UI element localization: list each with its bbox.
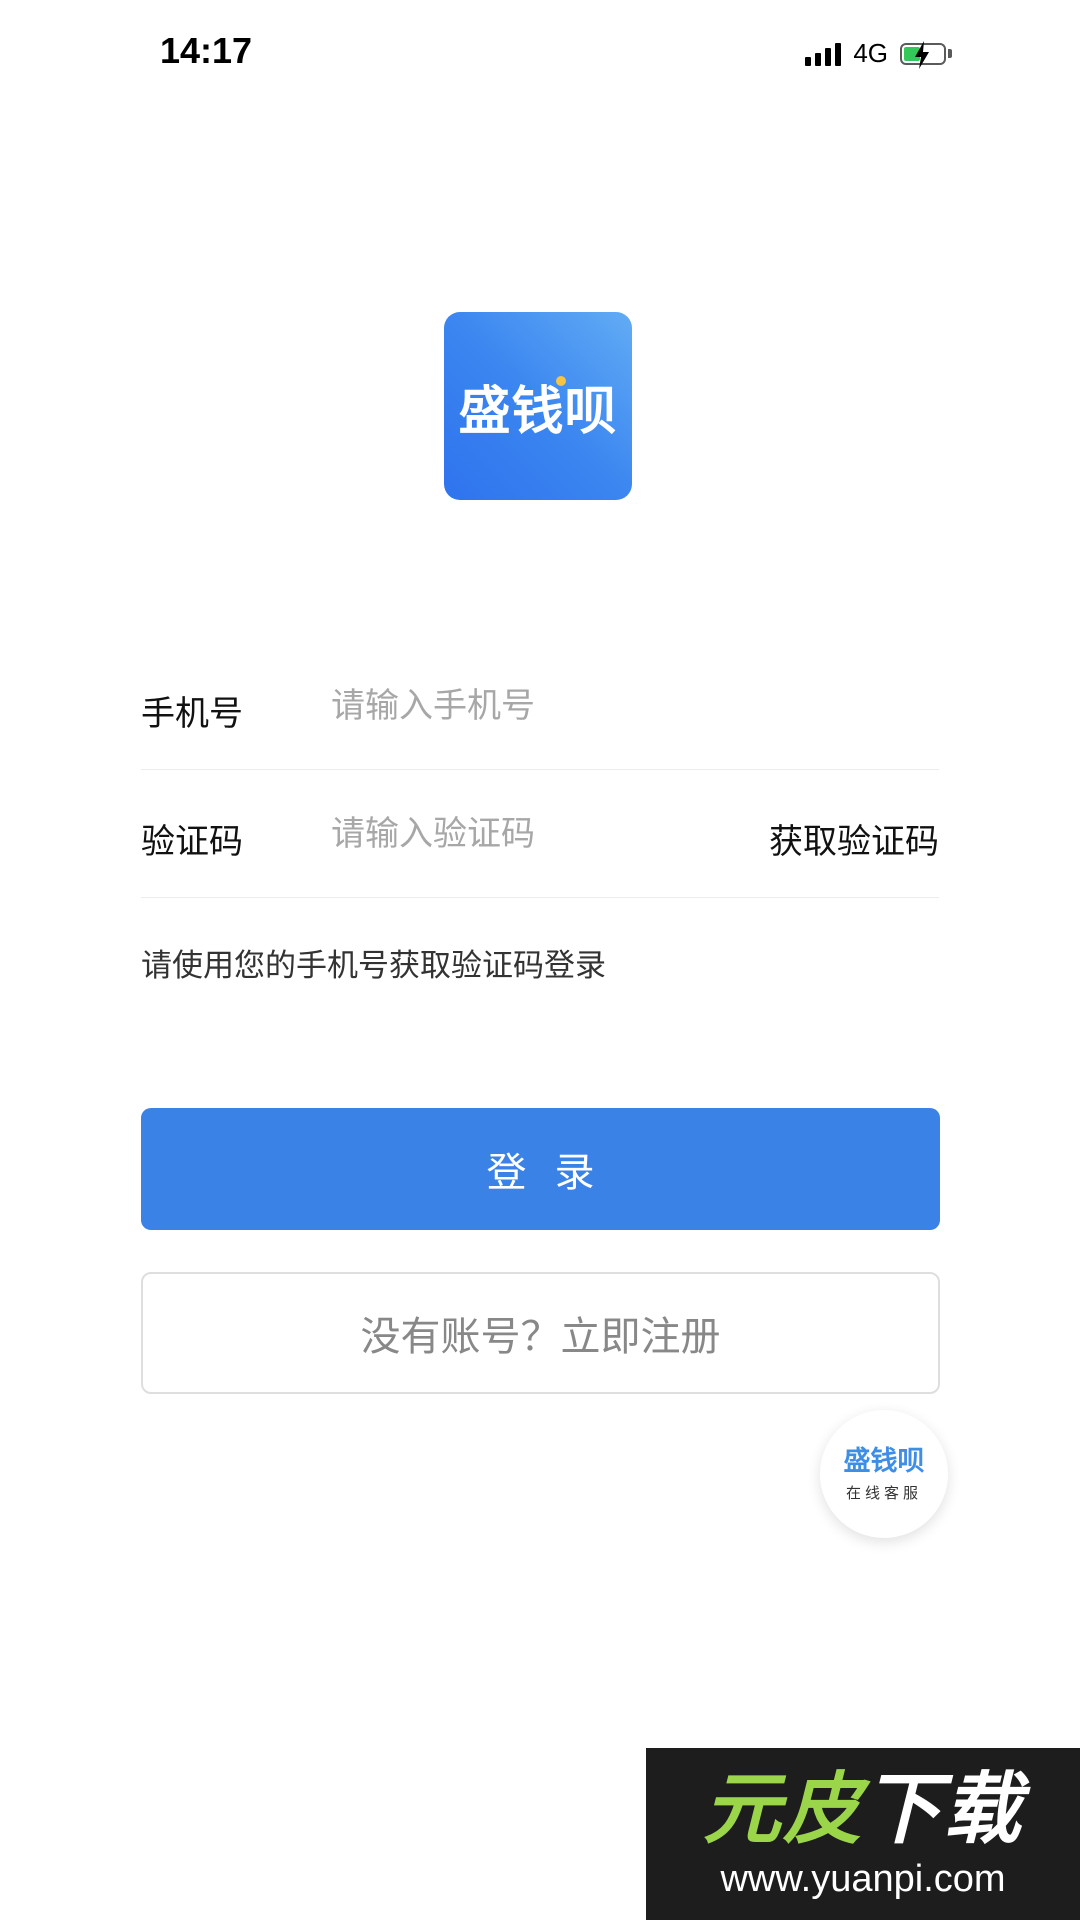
watermark-url: www.yuanpi.com (720, 1857, 1006, 1900)
app-logo-text: 盛钱呗 (458, 381, 618, 442)
code-input[interactable] (331, 806, 731, 862)
online-service-button[interactable]: 盛钱呗 在线客服 (820, 1410, 948, 1538)
status-time: 14:17 (160, 30, 253, 71)
phone-label: 手机号 (141, 694, 243, 734)
logo-accent-dot (556, 376, 566, 386)
watermark-logo: 元皮下载 (703, 1768, 1023, 1852)
login-screen: 14:17 4G 盛钱呗 手机号 验证码 获取验证码 请使用您的手机号获取 (0, 0, 1080, 1920)
battery-charging-icon (900, 40, 952, 69)
service-brand: 盛钱呗 (843, 1445, 925, 1477)
register-button[interactable]: 没有账号？立即注册 (141, 1272, 940, 1394)
watermark-logo-part-1: 元皮 (702, 1764, 863, 1855)
app-logo: 盛钱呗 (444, 312, 632, 500)
phone-row: 手机号 (141, 642, 939, 770)
watermark: 元皮下载 www.yuanpi.com (646, 1748, 1080, 1920)
phone-input[interactable] (331, 678, 731, 734)
signal-bars-icon (805, 42, 842, 66)
network-type: 4G (853, 38, 888, 68)
status-indicators: 4G (805, 38, 952, 69)
code-row: 验证码 获取验证码 (141, 770, 939, 898)
get-code-button[interactable]: 获取验证码 (769, 814, 939, 863)
service-label: 在线客服 (845, 1483, 922, 1502)
code-label: 验证码 (141, 822, 243, 862)
watermark-logo-part-2: 下载 (863, 1764, 1024, 1855)
login-button[interactable]: 登录 (141, 1108, 940, 1230)
login-hint: 请使用您的手机号获取验证码登录 (141, 948, 606, 984)
